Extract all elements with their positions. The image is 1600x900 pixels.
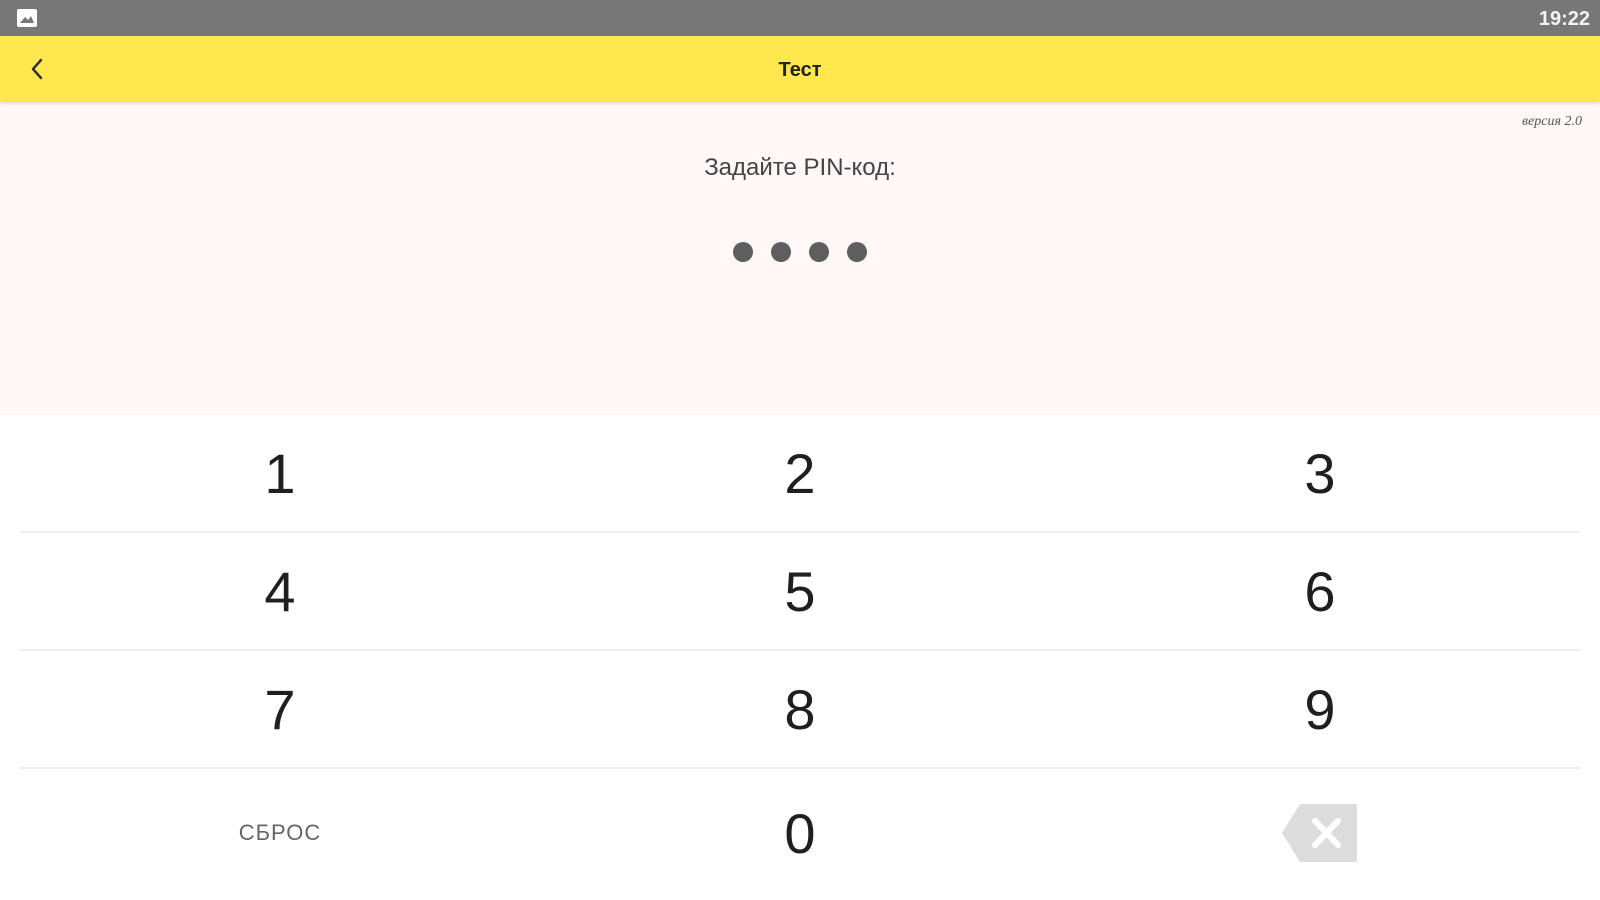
backspace-icon [1282, 804, 1357, 862]
image-icon [17, 9, 37, 27]
key-3[interactable]: 3 [1060, 415, 1580, 531]
pin-dot [847, 242, 867, 262]
keypad-row: СБРОС 0 [20, 769, 1580, 897]
key-4[interactable]: 4 [20, 533, 540, 649]
pin-dot [771, 242, 791, 262]
pin-dot [809, 242, 829, 262]
key-2[interactable]: 2 [540, 415, 1060, 531]
key-7[interactable]: 7 [20, 651, 540, 767]
key-8[interactable]: 8 [540, 651, 1060, 767]
backspace-button[interactable] [1060, 769, 1580, 897]
toolbar: Тест [0, 36, 1600, 102]
numeric-keypad: 1 2 3 4 5 6 7 8 9 СБРОС 0 [20, 415, 1580, 900]
pin-entry-panel: версия 2.0 Задайте PIN-код: [0, 102, 1600, 415]
key-6[interactable]: 6 [1060, 533, 1580, 649]
status-clock: 19:22 [1538, 8, 1590, 30]
keypad-row: 1 2 3 [20, 415, 1580, 533]
key-9[interactable]: 9 [1060, 651, 1580, 767]
pin-dots [0, 242, 1600, 262]
page-title: Тест [778, 59, 822, 81]
key-1[interactable]: 1 [20, 415, 540, 531]
status-bar: 19:22 [0, 0, 1600, 36]
keypad-row: 7 8 9 [20, 651, 1580, 769]
reset-button[interactable]: СБРОС [20, 769, 540, 897]
pin-prompt: Задайте PIN-код: [704, 154, 896, 181]
key-5[interactable]: 5 [540, 533, 1060, 649]
keypad-row: 4 5 6 [20, 533, 1580, 651]
version-label: версия 2.0 [1521, 114, 1582, 129]
key-0[interactable]: 0 [540, 769, 1060, 897]
pin-dot [733, 242, 753, 262]
